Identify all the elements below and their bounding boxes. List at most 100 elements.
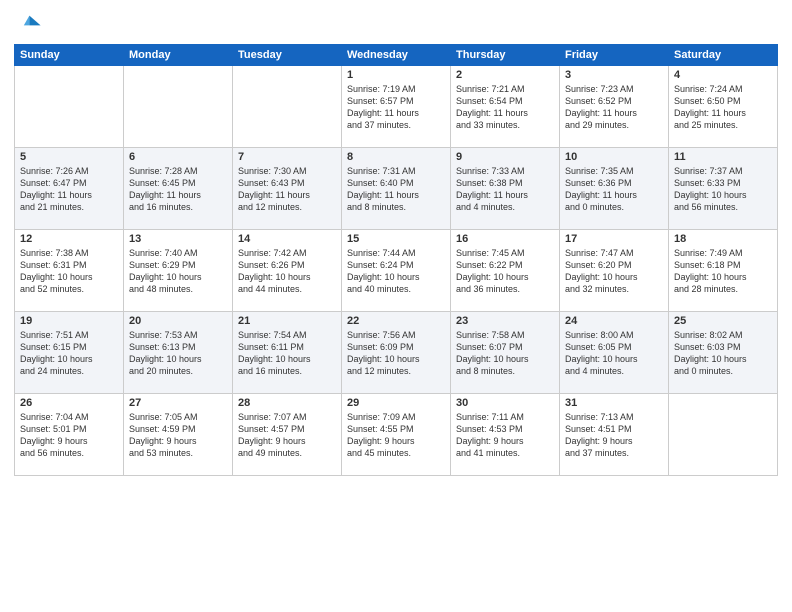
day-info: Sunrise: 7:23 AM Sunset: 6:52 PM Dayligh… xyxy=(565,83,663,132)
day-info: Sunrise: 7:24 AM Sunset: 6:50 PM Dayligh… xyxy=(674,83,772,132)
day-info: Sunrise: 7:37 AM Sunset: 6:33 PM Dayligh… xyxy=(674,165,772,214)
calendar-cell: 26 Sunrise: 7:04 AM Sunset: 5:01 PM Dayli… xyxy=(15,394,124,476)
day-number: 18 xyxy=(674,233,772,245)
day-info: Sunrise: 7:33 AM Sunset: 6:38 PM Dayligh… xyxy=(456,165,554,214)
day-number: 13 xyxy=(129,233,227,245)
day-info: Sunrise: 7:51 AM Sunset: 6:15 PM Dayligh… xyxy=(20,329,118,378)
header xyxy=(14,10,778,38)
day-number: 21 xyxy=(238,315,336,327)
weekday-header: Friday xyxy=(560,45,669,66)
day-info: Sunrise: 7:42 AM Sunset: 6:26 PM Dayligh… xyxy=(238,247,336,296)
calendar-cell: 16 Sunrise: 7:45 AM Sunset: 6:22 PM Dayli… xyxy=(451,230,560,312)
day-number: 17 xyxy=(565,233,663,245)
calendar-cell: 27Sunrise: 7:05 AM Sunset: 4:59 PM Dayli… xyxy=(124,394,233,476)
calendar-cell: 17 Sunrise: 7:47 AM Sunset: 6:20 PM Dayli… xyxy=(560,230,669,312)
day-number: 8 xyxy=(347,151,445,163)
day-number: 26 xyxy=(20,397,118,409)
calendar-cell: 21 Sunrise: 7:54 AM Sunset: 6:11 PM Dayli… xyxy=(233,312,342,394)
day-info: Sunrise: 7:30 AM Sunset: 6:43 PM Dayligh… xyxy=(238,165,336,214)
day-info: Sunrise: 7:45 AM Sunset: 6:22 PM Dayligh… xyxy=(456,247,554,296)
day-number: 10 xyxy=(565,151,663,163)
day-number: 20 xyxy=(129,315,227,327)
calendar-cell: 31 Sunrise: 7:13 AM Sunset: 4:51 PM Dayli… xyxy=(560,394,669,476)
day-number: 28 xyxy=(238,397,336,409)
day-info: Sunrise: 7:21 AM Sunset: 6:54 PM Dayligh… xyxy=(456,83,554,132)
calendar-cell: 19 Sunrise: 7:51 AM Sunset: 6:15 PM Dayli… xyxy=(15,312,124,394)
day-number: 3 xyxy=(565,69,663,81)
calendar-cell: 1 Sunrise: 7:19 AM Sunset: 6:57 PM Daylig… xyxy=(342,66,451,148)
day-number: 12 xyxy=(20,233,118,245)
weekday-header-row: SundayMondayTuesdayWednesdayThursdayFrid… xyxy=(15,45,778,66)
calendar-cell: 5 Sunrise: 7:26 AM Sunset: 6:47 PM Daylig… xyxy=(15,148,124,230)
day-info: Sunrise: 7:49 AM Sunset: 6:18 PM Dayligh… xyxy=(674,247,772,296)
day-number: 24 xyxy=(565,315,663,327)
calendar-cell: 2 Sunrise: 7:21 AM Sunset: 6:54 PM Daylig… xyxy=(451,66,560,148)
calendar-cell: 8 Sunrise: 7:31 AM Sunset: 6:40 PM Daylig… xyxy=(342,148,451,230)
day-info: Sunrise: 7:31 AM Sunset: 6:40 PM Dayligh… xyxy=(347,165,445,214)
day-info: Sunrise: 7:47 AM Sunset: 6:20 PM Dayligh… xyxy=(565,247,663,296)
day-info: Sunrise: 7:09 AM Sunset: 4:55 PM Dayligh… xyxy=(347,411,445,460)
calendar-cell: 28 Sunrise: 7:07 AM Sunset: 4:57 PM Dayli… xyxy=(233,394,342,476)
calendar-cell: 12Sunrise: 7:38 AM Sunset: 6:31 PM Dayli… xyxy=(15,230,124,312)
day-info: Sunrise: 7:53 AM Sunset: 6:13 PM Dayligh… xyxy=(129,329,227,378)
calendar-week-row: 19 Sunrise: 7:51 AM Sunset: 6:15 PM Dayli… xyxy=(15,312,778,394)
day-info: Sunrise: 8:00 AM Sunset: 6:05 PM Dayligh… xyxy=(565,329,663,378)
calendar-cell: 3 Sunrise: 7:23 AM Sunset: 6:52 PM Daylig… xyxy=(560,66,669,148)
weekday-header: Wednesday xyxy=(342,45,451,66)
day-info: Sunrise: 7:05 AM Sunset: 4:59 PM Dayligh… xyxy=(129,411,227,460)
calendar-cell xyxy=(15,66,124,148)
day-number: 31 xyxy=(565,397,663,409)
day-info: Sunrise: 7:11 AM Sunset: 4:53 PM Dayligh… xyxy=(456,411,554,460)
calendar: SundayMondayTuesdayWednesdayThursdayFrid… xyxy=(14,44,778,476)
calendar-week-row: 12Sunrise: 7:38 AM Sunset: 6:31 PM Dayli… xyxy=(15,230,778,312)
day-info: Sunrise: 7:58 AM Sunset: 6:07 PM Dayligh… xyxy=(456,329,554,378)
weekday-header: Tuesday xyxy=(233,45,342,66)
day-info: Sunrise: 7:19 AM Sunset: 6:57 PM Dayligh… xyxy=(347,83,445,132)
day-info: Sunrise: 7:13 AM Sunset: 4:51 PM Dayligh… xyxy=(565,411,663,460)
day-info: Sunrise: 8:02 AM Sunset: 6:03 PM Dayligh… xyxy=(674,329,772,378)
day-info: Sunrise: 7:54 AM Sunset: 6:11 PM Dayligh… xyxy=(238,329,336,378)
day-info: Sunrise: 7:28 AM Sunset: 6:45 PM Dayligh… xyxy=(129,165,227,214)
day-number: 19 xyxy=(20,315,118,327)
day-number: 22 xyxy=(347,315,445,327)
weekday-header: Monday xyxy=(124,45,233,66)
calendar-cell: 22 Sunrise: 7:56 AM Sunset: 6:09 PM Dayli… xyxy=(342,312,451,394)
calendar-cell: 23 Sunrise: 7:58 AM Sunset: 6:07 PM Dayli… xyxy=(451,312,560,394)
day-number: 2 xyxy=(456,69,554,81)
calendar-cell: 9 Sunrise: 7:33 AM Sunset: 6:38 PM Daylig… xyxy=(451,148,560,230)
calendar-cell xyxy=(124,66,233,148)
day-number: 4 xyxy=(674,69,772,81)
day-number: 15 xyxy=(347,233,445,245)
logo xyxy=(14,10,46,38)
day-info: Sunrise: 7:56 AM Sunset: 6:09 PM Dayligh… xyxy=(347,329,445,378)
calendar-cell xyxy=(233,66,342,148)
weekday-header: Sunday xyxy=(15,45,124,66)
day-number: 5 xyxy=(20,151,118,163)
calendar-cell: 18 Sunrise: 7:49 AM Sunset: 6:18 PM Dayli… xyxy=(669,230,778,312)
day-info: Sunrise: 7:07 AM Sunset: 4:57 PM Dayligh… xyxy=(238,411,336,460)
day-number: 16 xyxy=(456,233,554,245)
calendar-cell xyxy=(669,394,778,476)
calendar-week-row: 1 Sunrise: 7:19 AM Sunset: 6:57 PM Daylig… xyxy=(15,66,778,148)
calendar-cell: 25Sunrise: 8:02 AM Sunset: 6:03 PM Dayli… xyxy=(669,312,778,394)
calendar-cell: 11Sunrise: 7:37 AM Sunset: 6:33 PM Dayli… xyxy=(669,148,778,230)
logo-icon xyxy=(14,10,42,38)
calendar-cell: 6 Sunrise: 7:28 AM Sunset: 6:45 PM Daylig… xyxy=(124,148,233,230)
calendar-cell: 10 Sunrise: 7:35 AM Sunset: 6:36 PM Dayli… xyxy=(560,148,669,230)
calendar-cell: 20 Sunrise: 7:53 AM Sunset: 6:13 PM Dayli… xyxy=(124,312,233,394)
day-number: 9 xyxy=(456,151,554,163)
day-number: 6 xyxy=(129,151,227,163)
calendar-cell: 4 Sunrise: 7:24 AM Sunset: 6:50 PM Daylig… xyxy=(669,66,778,148)
calendar-cell: 15Sunrise: 7:44 AM Sunset: 6:24 PM Dayli… xyxy=(342,230,451,312)
day-number: 30 xyxy=(456,397,554,409)
day-number: 29 xyxy=(347,397,445,409)
day-number: 23 xyxy=(456,315,554,327)
day-number: 1 xyxy=(347,69,445,81)
calendar-cell: 30 Sunrise: 7:11 AM Sunset: 4:53 PM Dayli… xyxy=(451,394,560,476)
calendar-week-row: 5 Sunrise: 7:26 AM Sunset: 6:47 PM Daylig… xyxy=(15,148,778,230)
day-info: Sunrise: 7:35 AM Sunset: 6:36 PM Dayligh… xyxy=(565,165,663,214)
day-info: Sunrise: 7:04 AM Sunset: 5:01 PM Dayligh… xyxy=(20,411,118,460)
weekday-header: Thursday xyxy=(451,45,560,66)
calendar-cell: 29 Sunrise: 7:09 AM Sunset: 4:55 PM Dayli… xyxy=(342,394,451,476)
day-info: Sunrise: 7:26 AM Sunset: 6:47 PM Dayligh… xyxy=(20,165,118,214)
